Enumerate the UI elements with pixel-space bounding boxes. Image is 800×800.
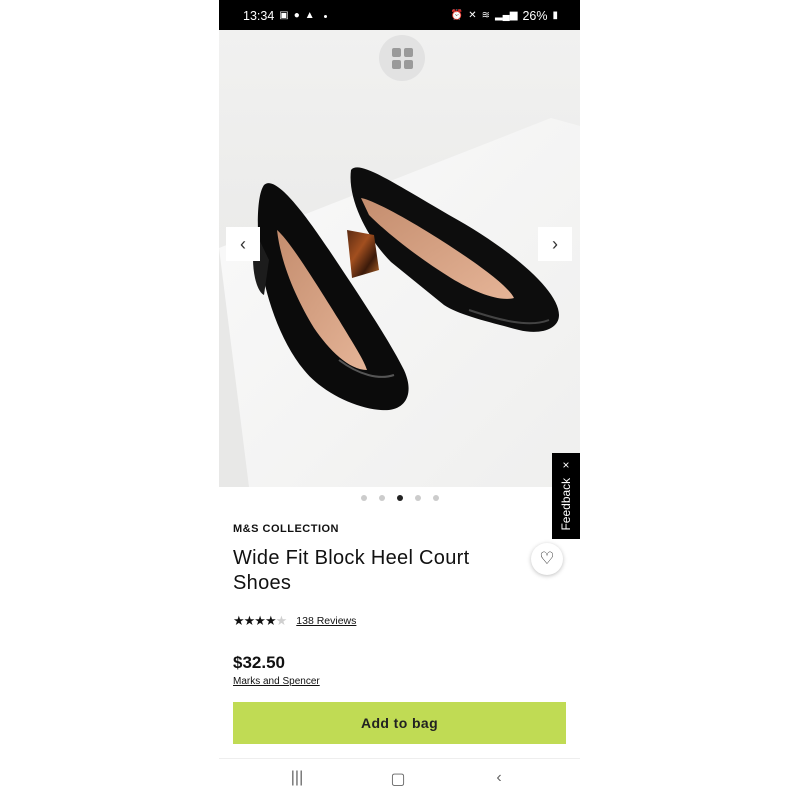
product-rating: ★★★★★ 138 Reviews bbox=[233, 613, 356, 629]
feedback-tab[interactable]: Feedback × bbox=[552, 453, 580, 539]
alarm-icon: ⏰ bbox=[450, 10, 464, 21]
chevron-right-icon: › bbox=[552, 233, 558, 254]
star-rating: ★★★★★ bbox=[233, 613, 287, 628]
home-icon[interactable]: ▢ bbox=[383, 769, 413, 789]
back-icon[interactable]: ‹ bbox=[484, 769, 514, 787]
more-notifications-icon bbox=[323, 14, 327, 18]
phone-screen: 13:34 ▣ ● ▲ ⏰ ✕ ≋ ▂▄▆ 26% ▮ ‹ › Feedback… bbox=[219, 0, 580, 800]
feedback-label: Feedback bbox=[559, 477, 573, 531]
wifi-icon: ≋ bbox=[481, 10, 490, 21]
battery-level: 26% bbox=[522, 9, 548, 23]
feedback-close-icon[interactable]: × bbox=[559, 461, 573, 468]
battery-icon: ▮ bbox=[552, 10, 558, 21]
pagination-dot-active[interactable] bbox=[396, 495, 403, 501]
gallery-icon: ▣ bbox=[279, 10, 289, 21]
mute-icon: ✕ bbox=[468, 10, 477, 21]
product-title: Wide Fit Block Heel Court Shoes bbox=[233, 547, 470, 594]
product-brand: M&S COLLECTION bbox=[233, 523, 339, 535]
status-time: 13:34 bbox=[243, 9, 275, 23]
seller-link[interactable]: Marks and Spencer bbox=[233, 676, 320, 687]
product-image bbox=[219, 30, 580, 487]
next-image-button[interactable]: › bbox=[538, 227, 572, 261]
pagination-dot[interactable] bbox=[378, 495, 385, 501]
system-navigation-bar: ||| ▢ ‹ bbox=[219, 758, 580, 800]
pagination-dot[interactable] bbox=[414, 495, 421, 501]
alert-icon: ▲ bbox=[304, 10, 315, 21]
chevron-left-icon: ‹ bbox=[240, 233, 246, 254]
product-image-gallery[interactable]: ‹ › bbox=[219, 30, 580, 487]
product-price: $32.50 bbox=[233, 653, 285, 672]
recent-apps-icon[interactable]: ||| bbox=[282, 769, 312, 787]
grid-view-button[interactable] bbox=[379, 35, 425, 81]
grid-icon bbox=[391, 47, 413, 69]
gallery-pagination bbox=[219, 495, 580, 501]
messenger-icon: ● bbox=[293, 10, 300, 21]
pagination-dot[interactable] bbox=[360, 495, 367, 501]
heart-icon: ♡ bbox=[539, 549, 555, 568]
status-bar: 13:34 ▣ ● ▲ ⏰ ✕ ≋ ▂▄▆ 26% ▮ bbox=[219, 0, 580, 30]
previous-image-button[interactable]: ‹ bbox=[226, 227, 260, 261]
signal-icon: ▂▄▆ bbox=[494, 10, 518, 21]
reviews-link[interactable]: 138 Reviews bbox=[296, 615, 356, 627]
pagination-dot[interactable] bbox=[432, 495, 439, 501]
add-to-bag-button[interactable]: Add to bag bbox=[233, 702, 566, 744]
wishlist-button[interactable]: ♡ bbox=[531, 543, 563, 575]
